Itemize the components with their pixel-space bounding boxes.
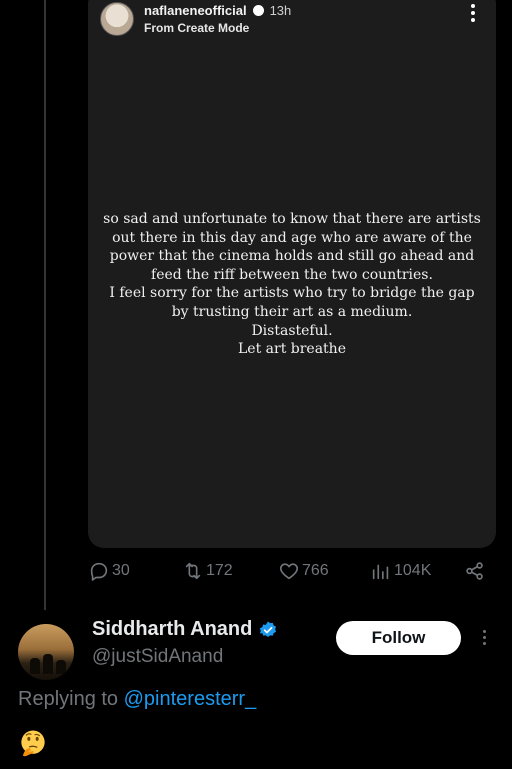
story-more-icon (470, 4, 476, 22)
story-line: by trusting their art as a medium. (171, 303, 413, 320)
verified-badge-icon (260, 621, 277, 637)
story-username: naflaneneofficial (144, 3, 247, 17)
reply-icon (90, 562, 108, 581)
story-avatar (100, 2, 134, 36)
repost-count: 172 (206, 562, 233, 579)
views-chart-icon (372, 564, 389, 580)
story-verified-icon (252, 4, 264, 16)
share-button[interactable] (464, 560, 486, 582)
reply-count: 30 (112, 562, 130, 579)
story-meta: naflaneneofficial 13h From Create Mode (144, 3, 291, 36)
story-source: From Create Mode (144, 21, 250, 35)
story-time: 13h (269, 3, 292, 17)
story-line: Let art breathe (238, 341, 346, 358)
thinking-face-emoji (21, 730, 45, 757)
avatar[interactable] (18, 624, 74, 680)
story-username-row: naflaneneofficial 13h (144, 3, 291, 17)
heart-icon (279, 563, 299, 580)
story-line: I feel sorry for the artists who try to … (109, 285, 475, 302)
story-line: power that the cinema holds and still go… (109, 248, 475, 265)
handle[interactable]: @justSidAnand (92, 646, 223, 668)
like-count: 766 (302, 562, 329, 579)
tweet-action-bar: 30 172 766 104K (88, 560, 496, 588)
more-options-icon[interactable] (480, 630, 488, 645)
reply-button[interactable]: 30 (88, 560, 130, 582)
story-line: Distasteful. (251, 322, 333, 339)
display-name[interactable]: Siddharth Anand (92, 618, 252, 641)
author-name-row: Siddharth Anand (92, 618, 278, 641)
replying-prefix: Replying to (18, 688, 119, 710)
story-line: so sad and unfortunate to know that ther… (103, 211, 481, 227)
story-image-card[interactable]: naflaneneofficial 13h From Create Mode s… (88, 0, 496, 548)
story-text: so sad and unfortunate to know that ther… (88, 210, 496, 359)
replying-to-mention[interactable]: @pinteresterr_ (124, 688, 257, 710)
follow-button[interactable]: Follow (336, 621, 461, 655)
repost-button[interactable]: 172 (182, 560, 233, 582)
like-button[interactable]: 766 (278, 560, 329, 582)
replying-to-line: Replying to @pinteresterr_ (18, 688, 256, 711)
views-button[interactable]: 104K (370, 560, 431, 582)
view-count: 104K (394, 562, 432, 579)
share-icon (466, 562, 483, 580)
repost-icon (185, 562, 201, 580)
story-line: feed the riff between the two countries. (151, 266, 433, 283)
story-line: out there in this day and age who are aw… (112, 229, 472, 246)
story-header: naflaneneofficial 13h From Create Mode (100, 2, 291, 36)
thread-connector-line (44, 0, 46, 610)
